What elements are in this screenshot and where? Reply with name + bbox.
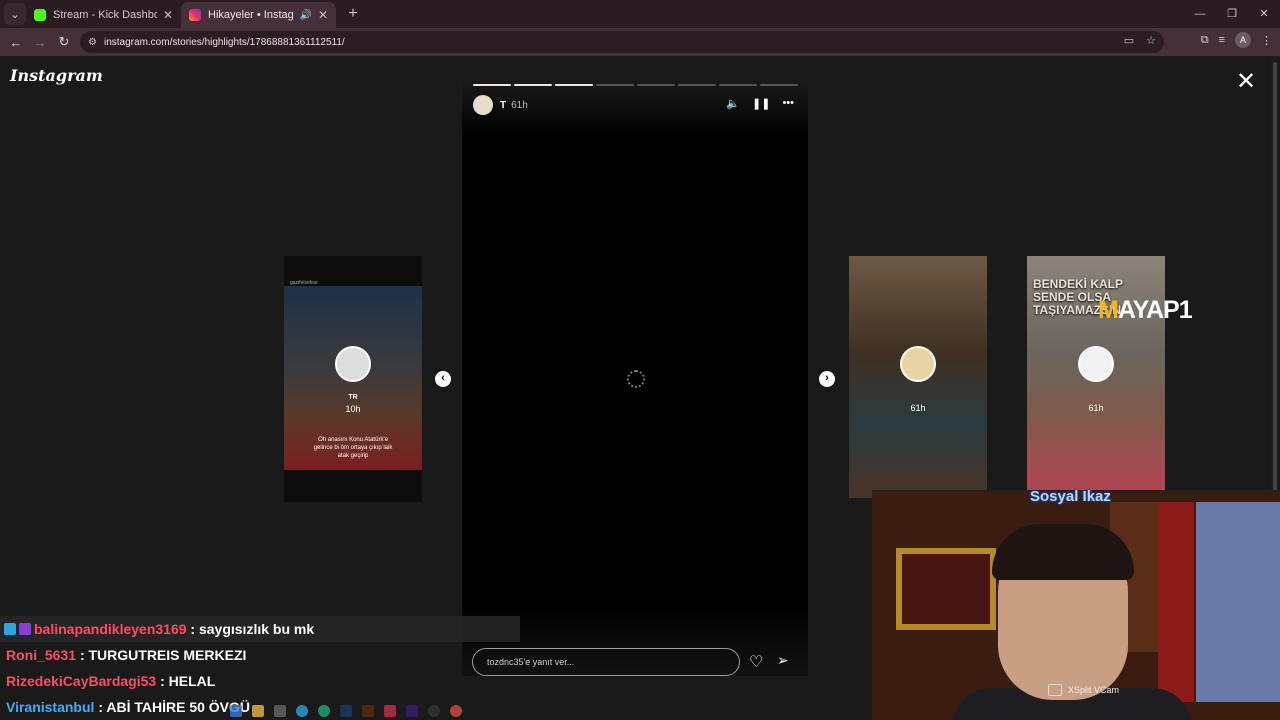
next-story-avatar	[1078, 346, 1114, 382]
illustrator-icon[interactable]	[362, 705, 374, 717]
sponsor-logo: MAYAP1	[1098, 296, 1193, 324]
window	[1196, 502, 1280, 702]
subscriber-badge-icon	[19, 623, 31, 635]
progress-segment	[760, 84, 798, 86]
streamer-hair	[992, 524, 1134, 580]
current-story[interactable]: T 61h 🔈 ❚❚ •••	[462, 78, 808, 676]
url-text[interactable]: instagram.com/stories/highlights/1786888…	[104, 37, 345, 48]
kick-favicon-icon	[34, 9, 46, 21]
verified-badge-icon	[4, 623, 16, 635]
close-viewer-icon[interactable]: ✕	[1236, 70, 1256, 94]
profile-avatar[interactable]: A	[1235, 32, 1251, 48]
chrome-icon[interactable]	[450, 705, 462, 717]
story-time: 61h	[511, 99, 528, 111]
chrome-icon[interactable]	[296, 705, 308, 717]
tab-kick-dashboard[interactable]: Stream - Kick Dashboard ✕	[26, 2, 181, 28]
restore-icon[interactable]: ❐	[1216, 0, 1248, 28]
progress-segment	[637, 84, 675, 86]
chat-message: RizedekiCayBardagi53 : HELAL	[0, 668, 215, 694]
forward-icon[interactable]: →	[28, 35, 52, 50]
prev-story-avatar	[335, 346, 371, 382]
menu-kebab-icon[interactable]: ⋮	[1261, 34, 1272, 47]
tab-search-icon[interactable]: ⌄	[4, 3, 26, 25]
next-story-arrow-icon[interactable]: ›	[819, 371, 835, 387]
app-icon[interactable]	[230, 705, 242, 717]
cast-icon[interactable]: ▭	[1124, 34, 1134, 47]
painting-frame	[896, 548, 996, 630]
progress-segment	[555, 84, 593, 86]
progress-segment	[678, 84, 716, 86]
tab-instagram-stories[interactable]: Hikayeler • Instagram 🔊 ✕	[181, 2, 336, 28]
taskbar	[230, 702, 520, 720]
app-icon[interactable]	[274, 705, 286, 717]
webcam-title: Sosyal Ikaz	[1030, 488, 1111, 505]
progress-segment	[514, 84, 552, 86]
chat-username: balinapandikleyen3169	[34, 621, 187, 637]
story-progress-bar	[473, 84, 798, 86]
next-story-time: 61h	[1088, 403, 1104, 413]
previous-story-card[interactable]: gazifelsefesi TR 10h Oh anasını Konu Ata…	[284, 256, 422, 502]
progress-segment	[596, 84, 634, 86]
sound-icon[interactable]: 🔈	[726, 97, 740, 110]
close-window-icon[interactable]: ✕	[1248, 0, 1280, 28]
address-bar[interactable]: ⚙ instagram.com/stories/highlights/17868…	[80, 31, 1164, 53]
reload-icon[interactable]: ↻	[52, 34, 76, 50]
tab-title: Hikayeler • Instagram	[208, 9, 294, 21]
browser-tab-bar: ⌄ Stream - Kick Dashboard ✕ Hikayeler • …	[0, 0, 1280, 28]
bookmark-star-icon[interactable]: ☆	[1146, 34, 1156, 47]
chat-username: RizedekiCayBardagi53	[6, 673, 157, 689]
next-story-time: 61h	[910, 403, 926, 413]
tab-title: Stream - Kick Dashboard	[53, 9, 157, 21]
loading-spinner-icon	[627, 370, 645, 388]
watermark-text: XSplit VCam	[1068, 685, 1120, 695]
back-icon[interactable]: ←	[4, 35, 28, 50]
chat-message: Viranistanbul : ABİ TAHİRE 50 ÖVGÜ	[0, 694, 250, 720]
progress-segment	[719, 84, 757, 86]
photoshop-icon[interactable]	[340, 705, 352, 717]
prev-story-name: TR	[348, 394, 358, 401]
close-tab-icon[interactable]: ✕	[318, 8, 328, 22]
prev-story-time: 10h	[345, 404, 361, 414]
chat-username: Viranistanbul	[6, 699, 95, 715]
new-tab-button[interactable]: +	[342, 5, 364, 23]
window-controls: — ❐ ✕	[1184, 0, 1280, 28]
camera-icon	[1048, 684, 1062, 696]
chat-text: : ABİ TAHİRE 50 ÖVGÜ	[98, 699, 251, 715]
obs-icon[interactable]	[428, 705, 440, 717]
chat-username: Roni_5631	[6, 647, 77, 663]
site-info-icon[interactable]: ⚙	[88, 37, 104, 48]
story-avatar[interactable]	[473, 95, 493, 115]
chat-message: balinapandikleyen3169 : saygısızlık bu m…	[0, 616, 520, 642]
chat-text: : saygısızlık bu mk	[190, 621, 315, 637]
chat-text: : TURGUTREIS MERKEZI	[79, 647, 247, 663]
story-username[interactable]: T	[500, 100, 506, 111]
chat-message: Roni_5631 : TURGUTREIS MERKEZI	[0, 642, 246, 668]
audio-playing-icon[interactable]: 🔊	[299, 10, 311, 21]
premiere-icon[interactable]	[406, 705, 418, 717]
like-heart-icon[interactable]: ♡	[749, 652, 763, 672]
pause-icon[interactable]: ❚❚	[752, 97, 770, 110]
send-direct-icon[interactable]: ➢	[777, 652, 789, 669]
story-header: T 61h 🔈 ❚❚ •••	[473, 94, 798, 116]
curtain	[1158, 502, 1194, 702]
progress-segment	[473, 84, 511, 86]
app-icon[interactable]	[384, 705, 396, 717]
more-options-icon[interactable]: •••	[782, 97, 794, 110]
browser-toolbar: ← → ↻ ⚙ instagram.com/stories/highlights…	[0, 28, 1280, 56]
folder-icon[interactable]	[252, 705, 264, 717]
webcam-watermark: XSplit VCam	[1048, 684, 1119, 696]
prev-story-caption: Oh anasını Konu Atatürk'e gelince bi öm …	[313, 437, 393, 459]
close-tab-icon[interactable]: ✕	[163, 8, 173, 22]
edge-icon[interactable]	[318, 705, 330, 717]
next-story-card[interactable]: BENDEKİ KALP SENDE OLSA TAŞIYAMAZSIN 61h	[1027, 256, 1165, 498]
next-story-card[interactable]: 61h	[849, 256, 987, 498]
instagram-favicon-icon	[189, 9, 201, 21]
instagram-logo[interactable]: Instagram	[10, 66, 103, 85]
extensions-icon[interactable]: ⧉	[1201, 34, 1209, 47]
minimize-icon[interactable]: —	[1184, 0, 1216, 28]
media-controls-icon[interactable]: ≡	[1219, 34, 1225, 46]
next-story-avatar	[900, 346, 936, 382]
chat-text: : HELAL	[160, 673, 216, 689]
previous-story-arrow-icon[interactable]: ‹	[435, 371, 451, 387]
